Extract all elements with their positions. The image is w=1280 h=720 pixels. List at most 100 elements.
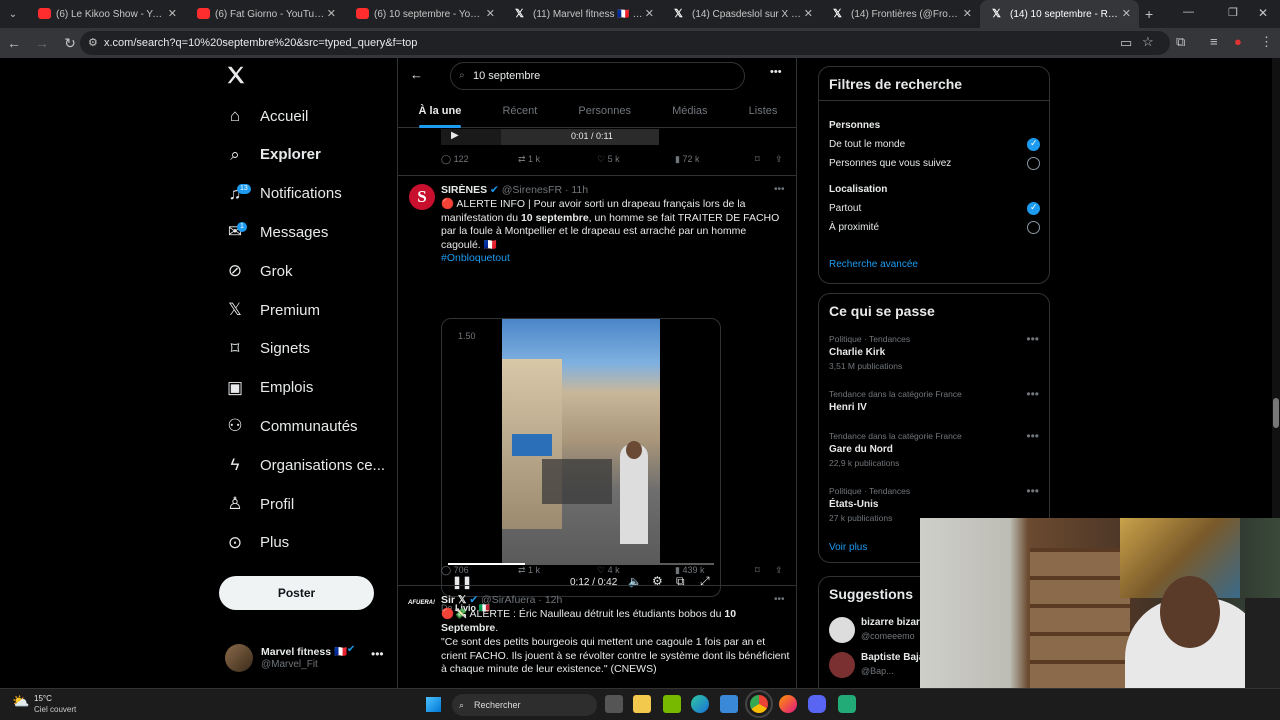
tab-récent[interactable]: Récent — [502, 98, 537, 128]
account-switcher[interactable]: Marvel fitness 🇫🇷 ✔ @Marvel_Fit ••• — [225, 641, 395, 677]
forward-arrow-icon[interactable]: → — [28, 35, 56, 51]
sidebar-item-plus[interactable]: ⊙ Plus — [225, 528, 289, 558]
radio-button[interactable] — [1027, 202, 1040, 215]
discord-icon[interactable] — [808, 695, 826, 713]
avatar[interactable] — [829, 617, 855, 643]
suggestion-name[interactable]: bizarre bizar — [861, 617, 920, 628]
tweet-more-icon[interactable]: ••• — [774, 594, 785, 605]
suggestion-name[interactable]: Baptiste Baja — [861, 652, 924, 663]
task-view-icon[interactable] — [605, 695, 623, 713]
playback-speed[interactable]: 1.50 — [458, 331, 476, 341]
tab-listes[interactable]: Listes — [749, 98, 778, 128]
advanced-search-link[interactable]: Recherche avancée — [829, 259, 918, 270]
avatar[interactable]: S — [409, 184, 435, 210]
views-icon[interactable]: ▮ 72 k — [675, 154, 699, 165]
sidebar-item-emplois[interactable]: ▣ Emplois — [225, 373, 313, 403]
filter-option[interactable]: Partout — [829, 203, 861, 214]
filter-option[interactable]: Personnes que vous suivez — [829, 158, 951, 169]
more-icon[interactable]: ••• — [1026, 429, 1039, 443]
bookmark-icon[interactable]: ⌑ — [755, 565, 760, 576]
tweet-sirenes[interactable]: S SIRÈNES ✔ @SirenesFR · 11h ••• 🔴 ALERT… — [398, 176, 796, 613]
like-icon[interactable]: ♡ 4 k — [597, 565, 620, 576]
author-handle[interactable]: @SirAfuera — [481, 594, 535, 606]
play-icon[interactable]: ▶ — [451, 130, 459, 141]
browser-tab[interactable]: 𝕏 (11) Marvel fitness 🇫🇷 sur X : "✕ — [503, 0, 662, 28]
tab-close-icon[interactable]: ✕ — [645, 7, 654, 20]
reply-icon[interactable]: ◯ 122 — [441, 154, 469, 165]
cast-icon[interactable]: ▭ — [1120, 35, 1132, 51]
radio-button[interactable] — [1027, 138, 1040, 151]
show-more-link[interactable]: Voir plus — [829, 542, 867, 553]
tweet-sirafuera[interactable]: AFUERA! Sir 𝕏 ✔ @SirAfuera · 12h ••• 🔴💸 … — [398, 586, 796, 688]
window-close-button[interactable]: ✕ — [1258, 6, 1268, 20]
tab-close-icon[interactable]: ✕ — [804, 7, 813, 20]
browser-tab[interactable]: 𝕏 (14) Frontières (@Frontieresme✕ — [821, 0, 980, 28]
sidebar-item-profil[interactable]: ♙ Profil — [225, 489, 294, 519]
extensions-icon[interactable]: ⧉ — [1176, 34, 1185, 50]
repost-icon[interactable]: ⇄ 1 k — [518, 565, 540, 576]
browser-tab[interactable]: 𝕏 (14) Cpasdeslol sur X : "🇫🇷 Al✕ — [662, 0, 821, 28]
post-button[interactable]: Poster — [219, 576, 374, 610]
tab-close-icon[interactable]: ✕ — [486, 7, 495, 20]
author-name[interactable]: SIRÈNES — [441, 184, 487, 196]
tweet-time[interactable]: 12h — [545, 594, 563, 606]
filter-option[interactable]: De tout le monde — [829, 139, 905, 150]
sidebar-item-accueil[interactable]: ⌂ Accueil — [225, 101, 309, 131]
tab-personnes[interactable]: Personnes — [578, 98, 631, 128]
weather-icon[interactable]: ⛅ — [12, 693, 29, 710]
search-input[interactable]: ⌕ 10 septembre — [450, 62, 745, 90]
tab-search-button[interactable]: ⌄ — [0, 9, 26, 20]
tweet-more-icon[interactable]: ••• — [774, 184, 785, 195]
author-handle[interactable]: @SirenesFR — [502, 184, 562, 196]
more-icon[interactable]: ••• — [1026, 484, 1039, 498]
prev-video-player[interactable]: ▶ 0:01 / 0:11 — [441, 129, 659, 145]
taskbar-search[interactable]: ⌕ Rechercher — [452, 694, 597, 716]
tab-close-icon[interactable]: ✕ — [963, 7, 972, 20]
app-icon[interactable] — [838, 695, 856, 713]
avatar[interactable]: AFUERA! — [408, 600, 436, 610]
more-icon[interactable]: ••• — [770, 66, 782, 78]
more-icon[interactable]: ••• — [371, 647, 384, 661]
scrollbar-thumb[interactable] — [1273, 398, 1279, 428]
tab-close-icon[interactable]: ✕ — [1122, 7, 1131, 20]
trend-item[interactable]: Tendance dans la catégorie France Henri I… — [829, 387, 1039, 416]
site-info-icon[interactable]: ⚙ — [88, 31, 98, 55]
window-restore-button[interactable]: ❐ — [1228, 6, 1238, 19]
views-icon[interactable]: ▮ 439 k — [675, 565, 704, 576]
file-explorer-icon[interactable] — [633, 695, 651, 713]
more-icon[interactable]: ••• — [1026, 387, 1039, 401]
repost-icon[interactable]: ⇄ 1 k — [518, 154, 540, 165]
tab-à-la-une[interactable]: À la une — [418, 98, 461, 128]
sidebar-item-messages[interactable]: ✉ 1 Messages — [225, 217, 328, 247]
browser-tab[interactable]: (6) 10 septembre - YouTube✕ — [344, 0, 503, 28]
radio-button[interactable] — [1027, 157, 1040, 170]
store-icon[interactable] — [720, 695, 738, 713]
tab-close-icon[interactable]: ✕ — [168, 7, 177, 20]
sidebar-item-signets[interactable]: ⌑ Signets — [225, 334, 310, 364]
browser-tab[interactable]: (6) Fat Giorno - YouTube ✕ — [185, 0, 344, 28]
like-icon[interactable]: ♡ 5 k — [597, 154, 620, 165]
browser-tab[interactable]: 𝕏 (14) 10 septembre - Recher✕ — [980, 0, 1139, 28]
share-icon[interactable]: ⇪ — [775, 154, 783, 165]
avatar[interactable] — [829, 652, 855, 678]
back-arrow-icon[interactable]: ← — [0, 35, 28, 51]
more-icon[interactable]: ••• — [1026, 332, 1039, 346]
trend-item[interactable]: Tendance dans la catégorie France Gare du… — [829, 429, 1039, 468]
chrome-icon[interactable] — [745, 690, 773, 718]
sidebar-item-grok[interactable]: ⊘ Grok — [225, 256, 293, 286]
reading-list-icon[interactable]: ≡ — [1210, 34, 1218, 49]
share-icon[interactable]: ⇪ — [775, 565, 783, 576]
tab-close-icon[interactable]: ✕ — [327, 7, 336, 20]
sidebar-item-communautés[interactable]: ⚇ Communautés — [225, 411, 357, 441]
browser-tab[interactable]: (6) Le Kikoo Show - YouTube✕ — [26, 0, 185, 28]
address-bar[interactable]: ⚙ x.com/search?q=10%20septembre%20&src=t… — [80, 31, 1170, 55]
bookmark-icon[interactable]: ⌑ — [755, 154, 760, 165]
sidebar-item-premium[interactable]: 𝕏 Premium — [225, 295, 320, 325]
hashtag-link[interactable]: #Onbloquetout — [441, 252, 510, 264]
video-player[interactable]: 1.50 ❚❚ 0:12 / 0:42 🔈 ⚙ ⧉ ⤢ — [441, 318, 721, 597]
edge-icon[interactable] — [691, 695, 709, 713]
sidebar-item-organisations-ce[interactable]: ϟ Organisations ce... — [225, 450, 386, 480]
window-minimize-button[interactable]: — — [1183, 6, 1194, 18]
back-arrow-icon[interactable]: ← — [410, 67, 423, 82]
radio-button[interactable] — [1027, 221, 1040, 234]
